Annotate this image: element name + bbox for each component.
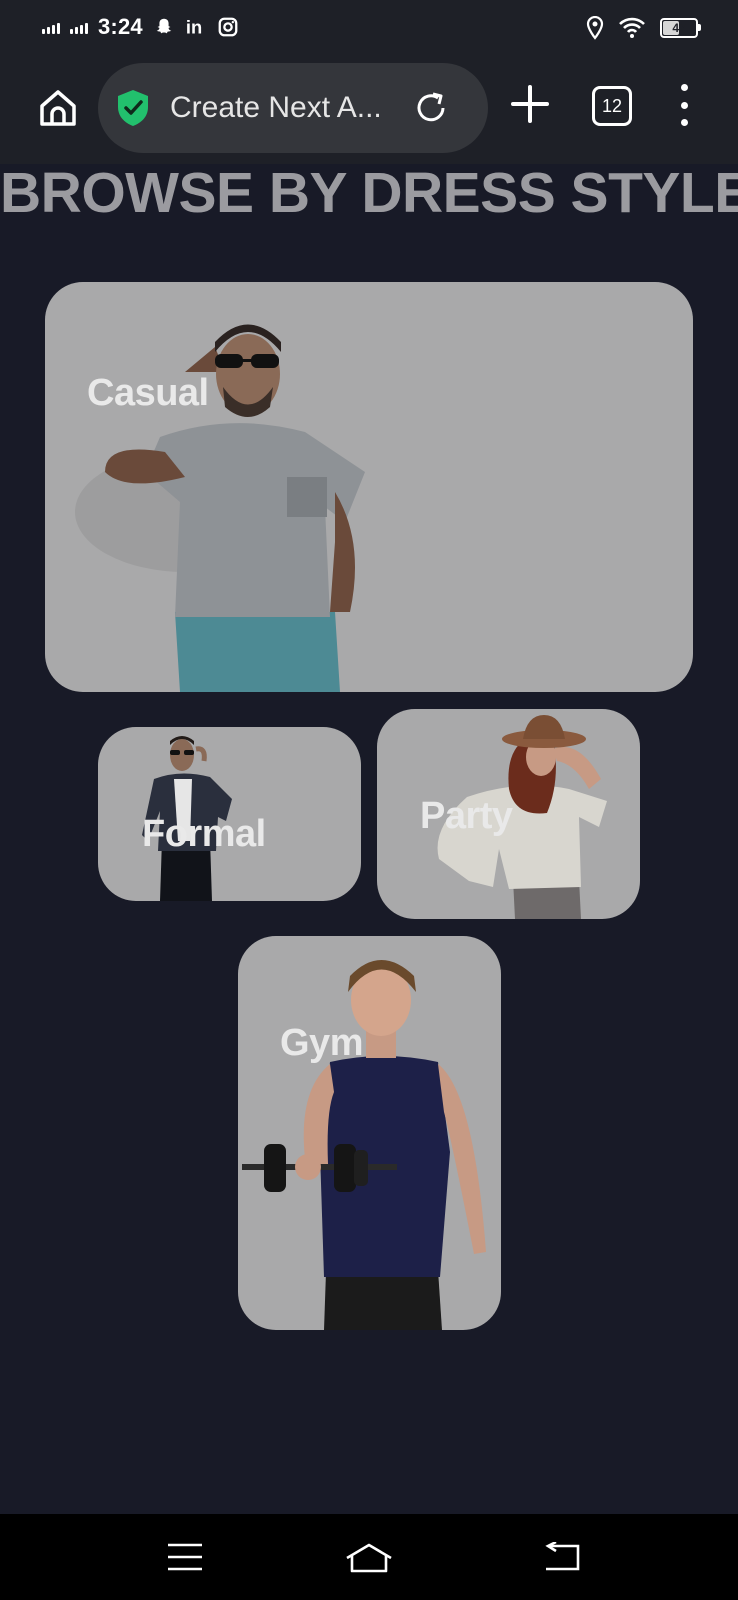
address-bar[interactable]: Create Next A... (98, 63, 488, 153)
back-icon[interactable] (542, 1542, 582, 1572)
category-label-casual: Casual (87, 372, 209, 414)
shield-check-icon (118, 90, 148, 126)
signal-icon-2 (70, 20, 88, 34)
battery-level: 47 (672, 21, 686, 35)
tab-switcher-button[interactable]: 12 (592, 86, 632, 126)
battery-icon: 47 (660, 18, 701, 38)
status-bar: 3:24 in 47 (0, 0, 738, 60)
linkedin-icon: in (186, 16, 202, 37)
recent-apps-icon[interactable] (166, 1542, 204, 1572)
signal-icon (42, 20, 60, 34)
casual-model-image (75, 324, 365, 692)
section-heading: BROWSE BY DRESS STYLE (0, 161, 738, 225)
browser-toolbar: Create Next A... 12 (0, 60, 738, 164)
category-card-party[interactable]: Party (377, 709, 640, 919)
category-card-gym[interactable]: Gym (238, 936, 501, 1330)
category-label-party: Party (420, 795, 513, 837)
page-title-text: Create Next A... (170, 91, 382, 124)
status-time: 3:24 (98, 14, 143, 39)
tab-count: 12 (601, 95, 623, 116)
category-card-casual[interactable]: Casual (45, 282, 693, 692)
system-nav-bar (0, 1514, 738, 1600)
instagram-icon (218, 17, 238, 37)
new-tab-icon[interactable] (510, 84, 550, 124)
category-label-gym: Gym (280, 1022, 363, 1064)
snapchat-icon (156, 18, 172, 34)
category-card-formal[interactable]: Formal (98, 727, 361, 901)
home-nav-icon[interactable] (344, 1542, 394, 1574)
gym-model-image (242, 960, 486, 1330)
wifi-icon (619, 17, 645, 38)
category-label-formal: Formal (142, 813, 266, 855)
svg-text:in: in (186, 16, 202, 37)
more-menu-icon[interactable] (674, 84, 694, 126)
location-icon (586, 16, 604, 40)
reload-icon[interactable] (412, 89, 450, 127)
home-icon[interactable] (36, 86, 80, 130)
